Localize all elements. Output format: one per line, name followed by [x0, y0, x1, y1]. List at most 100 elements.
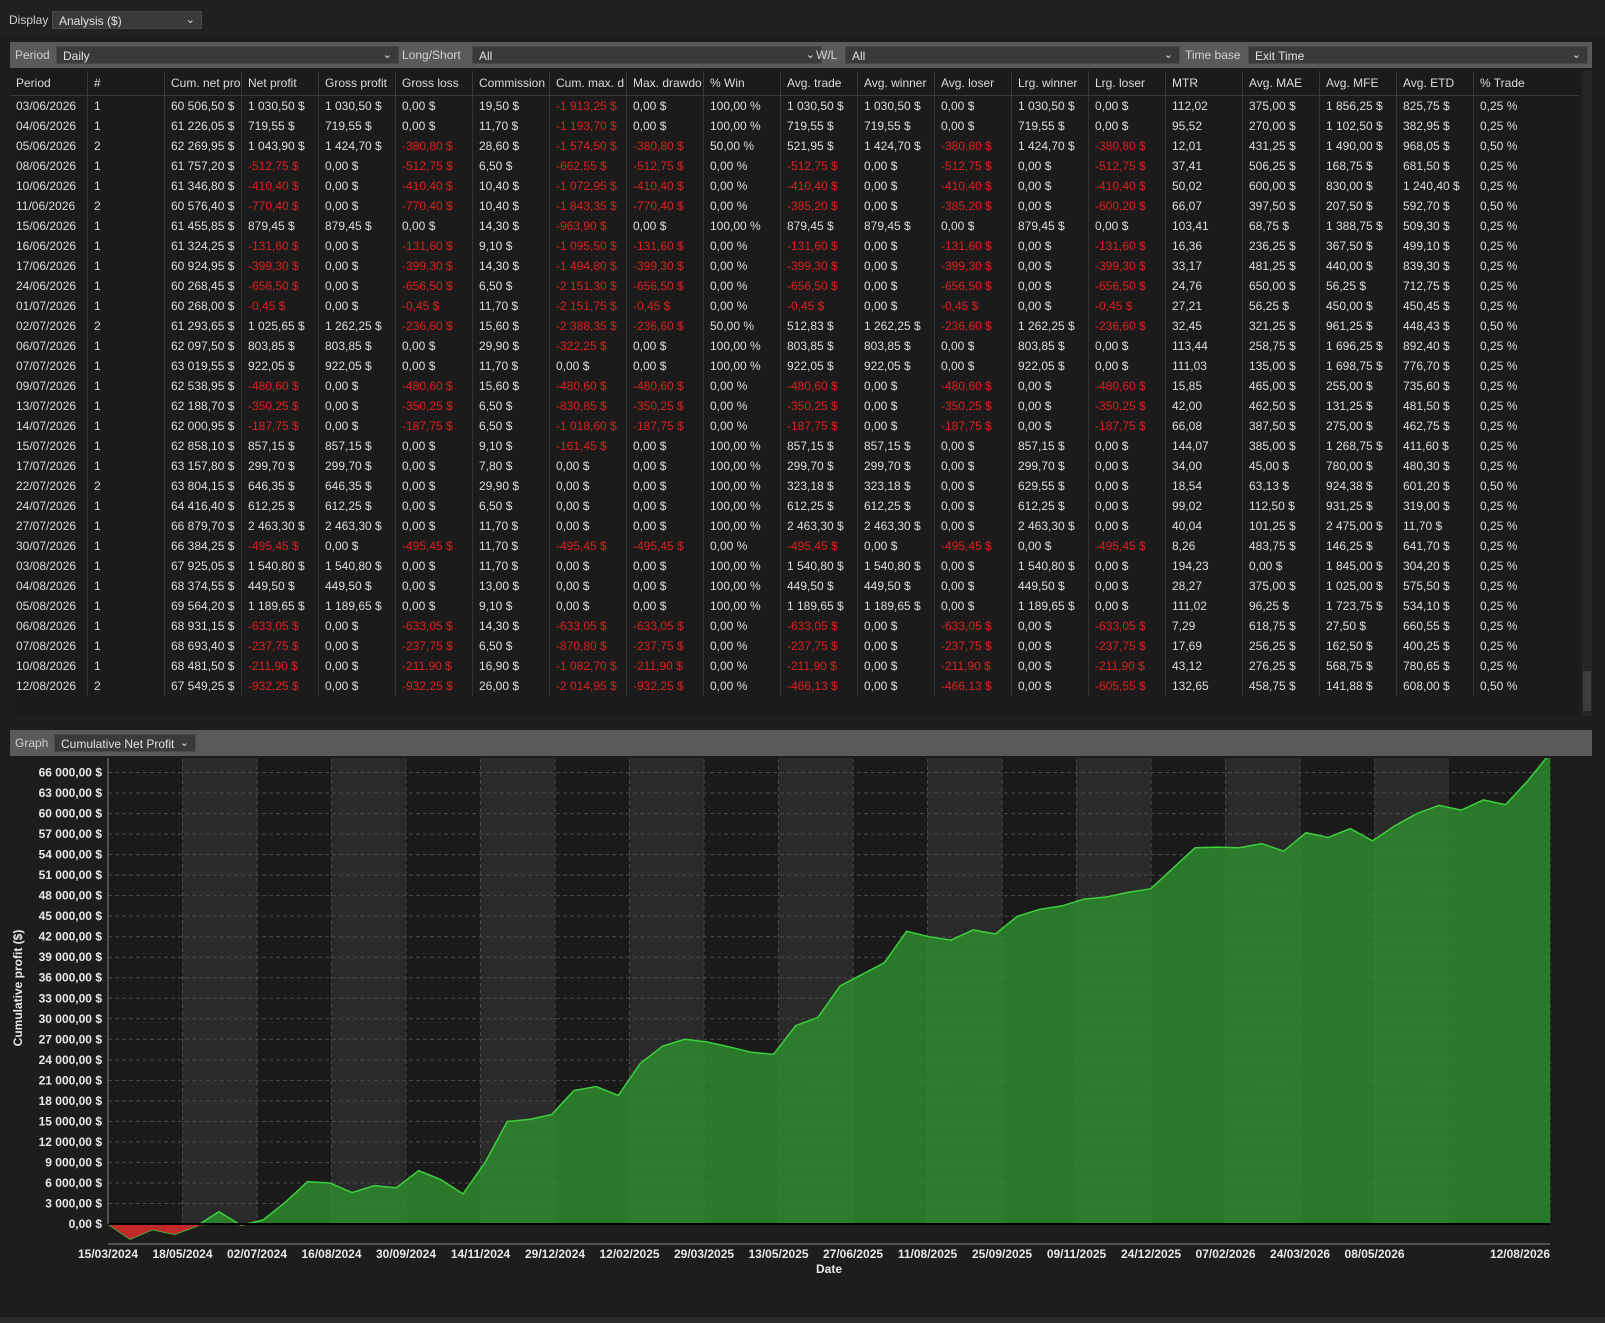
column-header[interactable]: Period [10, 71, 87, 95]
table-row[interactable]: 15/06/2026 1 61 455,85 $879,45 $879,45 $0,… [10, 216, 1579, 236]
long-short-select[interactable]: All ⌄ [472, 46, 822, 64]
period-select[interactable]: Daily ⌄ [56, 46, 399, 64]
column-header[interactable]: % Trade [1473, 71, 1559, 95]
table-row[interactable]: 14/07/2026 1 62 000,95 $ -187,75 $0,00 $ -18… [10, 416, 1579, 436]
table-row[interactable]: 03/08/2026 1 67 925,05 $1 540,80 $1 540,80… [10, 556, 1579, 576]
column-header[interactable]: Net profit [241, 71, 318, 95]
table-cell: 0,00 $ [1011, 536, 1088, 556]
column-header[interactable]: Avg. MAE [1242, 71, 1319, 95]
table-row[interactable]: 02/07/2026 2 61 293,65 $1 025,65 $1 262,25… [10, 316, 1579, 336]
table-row[interactable]: 09/07/2026 1 62 538,95 $ -480,60 $0,00 $ -48… [10, 376, 1579, 396]
table-row[interactable]: 06/08/2026 1 68 931,15 $ -633,05 $0,00 $ -63… [10, 616, 1579, 636]
table-row[interactable]: 07/07/2026 1 63 019,55 $922,05 $922,05 $0,… [10, 356, 1579, 376]
table-row[interactable]: 11/06/2026 2 60 576,40 $ -770,40 $0,00 $ -77… [10, 196, 1579, 216]
table-cell: 0,00 $ [549, 596, 626, 616]
time-base-select[interactable]: Exit Time ⌄ [1248, 46, 1588, 64]
table-row[interactable]: 01/07/2026 1 60 268,00 $ -0,45 $0,00 $ -0,45… [10, 296, 1579, 316]
table-cell: 2 475,00 $ [1319, 516, 1396, 536]
table-row[interactable]: 13/07/2026 1 62 188,70 $ -350,25 $0,00 $ -35… [10, 396, 1579, 416]
table-cell: -237,75 $ [626, 636, 703, 656]
column-header[interactable]: Cum. net pro [164, 71, 241, 95]
column-header[interactable]: Max. drawdo [626, 71, 703, 95]
table-cell: -0,45 $ [626, 296, 703, 316]
table-row[interactable]: 05/08/2026 1 69 564,20 $1 189,65 $1 189,65… [10, 596, 1579, 616]
table-row[interactable]: 03/06/2026 1 60 506,50 $1 030,50 $1 030,50… [10, 96, 1579, 116]
column-header[interactable]: Avg. loser [934, 71, 1011, 95]
table-cell: -131,60 $ [241, 236, 318, 256]
table-row[interactable]: 05/06/2026 2 62 269,95 $1 043,90 $1 424,70… [10, 136, 1579, 156]
table-cell: -131,60 $ [780, 236, 857, 256]
table-row[interactable]: 27/07/2026 1 66 879,70 $2 463,30 $2 463,30… [10, 516, 1579, 536]
column-header[interactable]: Cum. max. d [549, 71, 626, 95]
table-row[interactable]: 12/08/2026 2 67 549,25 $ -932,25 $0,00 $ -93… [10, 676, 1579, 696]
wl-select[interactable]: All ⌄ [845, 46, 1180, 64]
x-tick-label: 13/05/2025 [748, 1247, 808, 1261]
table-cell: 0,00 $ [934, 356, 1011, 376]
column-header[interactable]: Gross loss [395, 71, 472, 95]
table-row[interactable]: 04/06/2026 1 61 226,05 $719,55 $719,55 $0,… [10, 116, 1579, 136]
column-header[interactable]: Avg. winner [857, 71, 934, 95]
column-header[interactable]: Gross profit [318, 71, 395, 95]
table-cell: 0,00 $ [549, 476, 626, 496]
table-row[interactable]: 24/06/2026 1 60 268,45 $ -656,50 $0,00 $ -65… [10, 276, 1579, 296]
table-row[interactable]: 06/07/2026 1 62 097,50 $803,85 $803,85 $0,… [10, 336, 1579, 356]
table-row[interactable]: 16/06/2026 1 61 324,25 $ -131,60 $0,00 $ -13… [10, 236, 1579, 256]
table-cell: -350,25 $ [934, 396, 1011, 416]
column-header[interactable]: Commission [472, 71, 549, 95]
table-cell: 42,00 [1165, 396, 1242, 416]
chevron-down-icon: ⌄ [1571, 49, 1581, 61]
column-header[interactable]: Lrg. winner [1011, 71, 1088, 95]
table-row[interactable]: 30/07/2026 1 66 384,25 $ -495,45 $0,00 $ -49… [10, 536, 1579, 556]
table-row[interactable]: 07/08/2026 1 68 693,40 $ -237,75 $0,00 $ -23… [10, 636, 1579, 656]
table-cell: 0,00 $ [1011, 396, 1088, 416]
table-cell: 132,65 [1165, 676, 1242, 696]
table-row[interactable]: 08/06/2026 1 61 757,20 $ -512,75 $0,00 $ -51… [10, 156, 1579, 176]
x-tick-label: 11/08/2025 [898, 1247, 958, 1261]
table-cell: 2 [87, 676, 164, 696]
table-cell: 1 [87, 296, 164, 316]
table-cell: 0,00 % [703, 656, 780, 676]
column-header[interactable]: # [87, 71, 164, 95]
table-cell: 0,00 $ [318, 676, 395, 696]
column-header[interactable]: MTR [1165, 71, 1242, 95]
table-row[interactable]: 24/07/2026 1 64 416,40 $612,25 $612,25 $0,… [10, 496, 1579, 516]
graph-select[interactable]: Cumulative Net Profit ⌄ [54, 734, 196, 752]
table-cell: 27,50 $ [1319, 616, 1396, 636]
table-row[interactable]: 17/06/2026 1 60 924,95 $ -399,30 $0,00 $ -39… [10, 256, 1579, 276]
table-cell: 29,90 $ [472, 336, 549, 356]
table-row[interactable]: 17/07/2026 1 63 157,80 $299,70 $299,70 $0,… [10, 456, 1579, 476]
table-cell: 0,00 $ [1088, 336, 1165, 356]
column-header[interactable]: Avg. trade [780, 71, 857, 95]
column-header[interactable]: Lrg. loser [1088, 71, 1165, 95]
table-row[interactable]: 15/07/2026 1 62 858,10 $857,15 $857,15 $0,… [10, 436, 1579, 456]
table-cell: 641,70 $ [1396, 536, 1473, 556]
table-cell: 0,50 % [1473, 196, 1559, 216]
column-header[interactable]: Avg. ETD [1396, 71, 1473, 95]
table-cell: -2 014,95 $ [549, 676, 626, 696]
table-row[interactable]: 10/08/2026 1 68 481,50 $ -211,90 $0,00 $ -21… [10, 656, 1579, 676]
scrollbar-thumb[interactable] [1583, 671, 1591, 711]
table-row[interactable]: 04/08/2026 1 68 374,55 $449,50 $449,50 $0,… [10, 576, 1579, 596]
display-select[interactable]: Analysis ($) ⌄ [52, 11, 202, 29]
table-cell: 146,25 $ [1319, 536, 1396, 556]
table-row[interactable]: 22/07/2026 2 63 804,15 $646,35 $646,35 $0,… [10, 476, 1579, 496]
table-cell: 449,50 $ [241, 576, 318, 596]
column-header[interactable]: Avg. MFE [1319, 71, 1396, 95]
filter-bar: Period Daily ⌄ Long/Short All ⌄ W/L All … [10, 42, 1592, 68]
table-cell: 0,00 $ [1011, 256, 1088, 276]
column-header[interactable]: % Win [703, 71, 780, 95]
table-cell: -480,60 $ [1088, 376, 1165, 396]
table-cell: 1 [87, 656, 164, 676]
graph-bar: Graph Cumulative Net Profit ⌄ [10, 730, 1592, 756]
table-cell: -656,50 $ [626, 276, 703, 296]
table-cell: -656,50 $ [241, 276, 318, 296]
table-cell: 11,70 $ [472, 536, 549, 556]
vertical-scrollbar[interactable] [1582, 71, 1592, 716]
table-cell: 61 226,05 $ [164, 116, 241, 136]
table-cell: 299,70 $ [780, 456, 857, 476]
table-cell: 1 540,80 $ [241, 556, 318, 576]
table-cell: 0,00 % [703, 536, 780, 556]
table-row[interactable]: 10/06/2026 1 61 346,80 $ -410,40 $0,00 $ -41… [10, 176, 1579, 196]
table-cell: -495,45 $ [934, 536, 1011, 556]
y-tick-label: 42 000,00 $ [39, 930, 103, 944]
